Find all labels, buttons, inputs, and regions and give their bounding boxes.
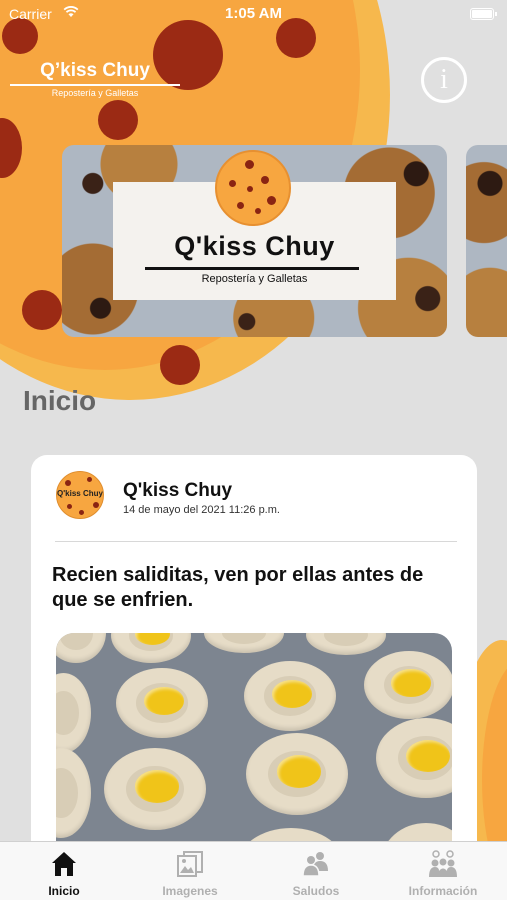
tab-informacion[interactable]: Información: [380, 842, 506, 900]
tab-imagenes[interactable]: Imagenes: [127, 842, 253, 900]
section-title: Inicio: [23, 385, 97, 416]
logo-subtitle: Repostería y Galletas: [51, 88, 139, 98]
post-date: 14 de mayo del 2021 11:26 p.m.: [123, 504, 280, 516]
tab-saludos[interactable]: Saludos: [253, 842, 379, 900]
info-button[interactable]: i: [421, 57, 467, 103]
tab-label: Inicio: [48, 884, 80, 898]
people-icon: [302, 852, 328, 877]
logo-underline: [10, 84, 180, 86]
battery-icon: [470, 8, 497, 20]
status-time: 1:05 AM: [225, 5, 282, 22]
avatar: Q'kiss Chuy: [56, 471, 104, 519]
group-info-icon: [429, 850, 457, 877]
post-author: Q'kiss Chuy: [123, 480, 233, 501]
chocolate-chip: [160, 345, 200, 385]
banner-subtitle: Repostería y Galletas: [201, 273, 308, 285]
post-card[interactable]: Q'kiss Chuy Q'kiss Chuy 14 de mayo del 2…: [31, 455, 477, 875]
banner-next-slide[interactable]: [466, 145, 507, 337]
info-icon: i: [440, 64, 448, 95]
divider: [55, 541, 457, 542]
banner-title: Q'kiss Chuy: [174, 231, 335, 261]
banner-underline: [145, 267, 359, 270]
logo-title: Q’kiss Chuy: [40, 60, 150, 81]
chocolate-chip: [22, 290, 62, 330]
status-bar: Carrier 1:05 AM: [0, 0, 507, 28]
photos-icon: [177, 851, 203, 877]
post-photo[interactable]: [56, 633, 452, 875]
post-text: Recien saliditas, ven por ellas antes de…: [52, 564, 424, 611]
cookie-icon: [215, 150, 291, 226]
avatar-logo-text: Q'kiss Chuy: [57, 489, 103, 498]
home-icon: [52, 852, 76, 876]
app-screen: Carrier 1:05 AM Q’kiss Chuy Repostería y…: [0, 0, 507, 900]
tab-label: Información: [408, 884, 478, 898]
tab-label: Imagenes: [162, 884, 218, 898]
tab-inicio[interactable]: Inicio: [1, 842, 127, 900]
app-logo: Q’kiss Chuy Repostería y Galletas: [10, 60, 180, 98]
banner-slide[interactable]: Q'kiss Chuy Repostería y Galletas: [62, 145, 447, 337]
tab-bar: Inicio Imagenes Saludos Información: [0, 841, 507, 900]
tab-label: Saludos: [292, 884, 340, 898]
chocolate-chip: [98, 100, 138, 140]
